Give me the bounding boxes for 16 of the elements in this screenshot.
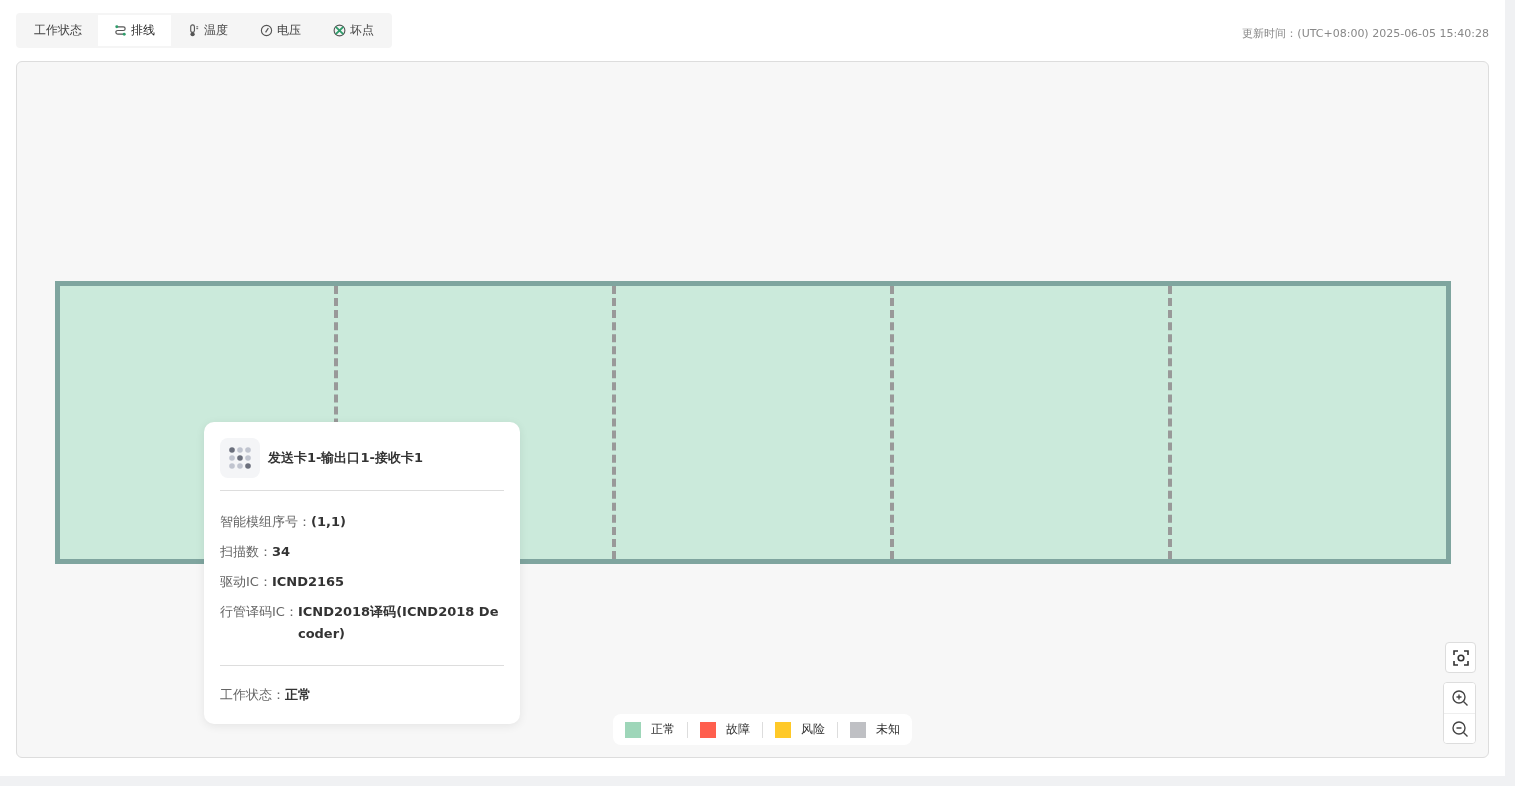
field-label: 行管译码IC： — [220, 603, 298, 621]
field-label: 驱动IC： — [220, 573, 272, 591]
tooltip-title: 发送卡1-输出口1-接收卡1 — [268, 449, 423, 467]
field-value: (1,1) — [311, 513, 346, 531]
field-label: 智能模组序号： — [220, 513, 311, 531]
field-label: 工作状态： — [220, 686, 285, 704]
field-value: 34 — [272, 543, 291, 561]
field-value: 正常 — [285, 686, 311, 704]
update-time: 更新时间：(UTC+08:00) 2025-06-05 15:40:28 — [1242, 26, 1489, 41]
field-value: ICND2165 — [271, 573, 345, 591]
legend-label: 风险 — [801, 721, 825, 738]
field-label: 扫描数： — [220, 543, 272, 561]
field-value: ICND2018译码(ICND2018 Decoder) — [297, 603, 500, 643]
legend-label: 故障 — [726, 721, 750, 738]
legend-label: 正常 — [651, 721, 675, 738]
legend-label: 未知 — [876, 721, 900, 738]
